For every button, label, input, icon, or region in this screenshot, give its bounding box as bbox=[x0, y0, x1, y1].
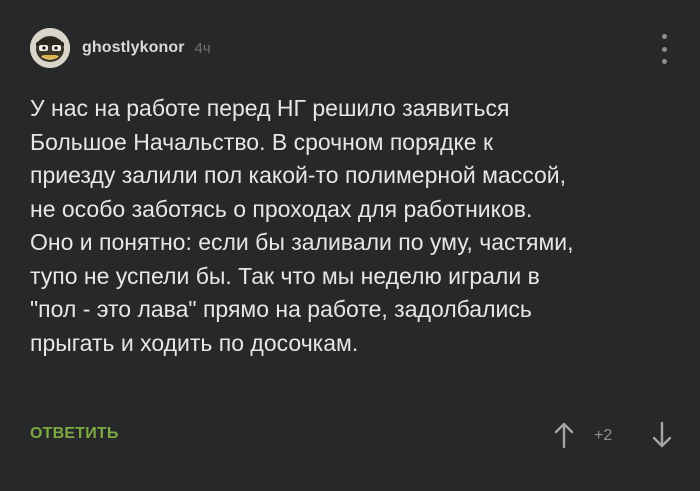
avatar[interactable] bbox=[30, 28, 70, 68]
vertical-dots-icon-dot bbox=[661, 59, 667, 64]
comment-line: прыгать и ходить по досочкам. bbox=[30, 329, 359, 356]
comment-line: приезду залили пол какой-то полимерной м… bbox=[30, 162, 567, 188]
arrow-up-icon bbox=[554, 422, 574, 449]
comment-line: "пол - это лава" прямо на работе, задолб… bbox=[30, 296, 532, 322]
cartoon-face-avatar-icon bbox=[30, 28, 70, 68]
vertical-dots-icon-dot bbox=[661, 46, 667, 52]
comment-line: Оно и понятно: если бы заливали по уму, … bbox=[30, 229, 574, 255]
reply-button[interactable]: ОТВЕТИТЬ bbox=[30, 425, 119, 443]
comment-body: У нас на работе перед НГ решило заявитьс… bbox=[30, 92, 680, 360]
downvote-button[interactable] bbox=[650, 420, 674, 450]
comment-line: тупо не успели бы. Так что мы неделю игр… bbox=[30, 262, 540, 289]
comment-line: У нас на работе перед НГ решило заявитьс… bbox=[30, 95, 510, 121]
more-options-button[interactable] bbox=[655, 34, 673, 64]
comment-line: не особо заботясь о проходах для работни… bbox=[30, 195, 533, 222]
comment-line: Большое Начальство. В срочном порядке к bbox=[30, 128, 494, 155]
author-username[interactable]: ghostlykonor bbox=[82, 39, 185, 57]
comment-header: ghostlykonor 4ч bbox=[30, 28, 211, 68]
comment-time: 4ч bbox=[194, 39, 211, 57]
comment-card: ghostlykonor 4ч У нас на работе перед НГ… bbox=[0, 0, 700, 491]
upvote-button[interactable] bbox=[552, 420, 576, 450]
vertical-dots-icon bbox=[661, 34, 667, 39]
arrow-down-icon bbox=[652, 421, 672, 448]
rating-count: +2 bbox=[594, 427, 613, 444]
